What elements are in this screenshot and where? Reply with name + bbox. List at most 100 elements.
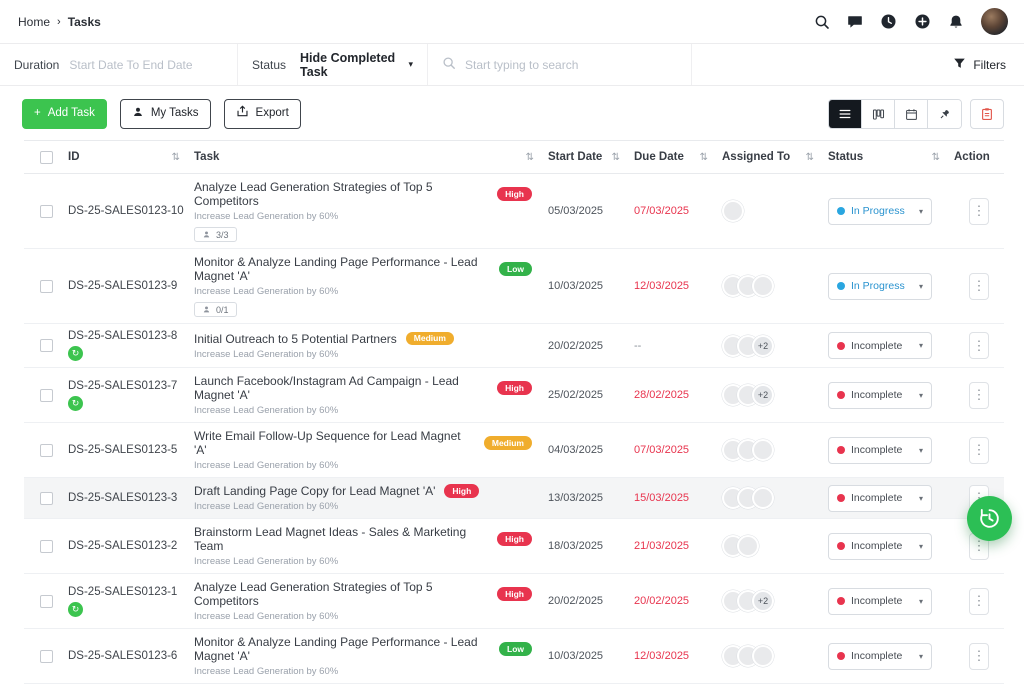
row-action-menu-button[interactable]: ⋮ — [969, 272, 989, 300]
task-goal: Increase Lead Generation by 60% — [194, 501, 339, 512]
column-label-id: ID — [68, 151, 80, 163]
assignee-avatar[interactable] — [752, 275, 774, 297]
task-id: DS-25-SALES0123-8 — [68, 330, 178, 342]
history-icon — [980, 509, 999, 528]
subtask-count-chip[interactable]: 3/3 — [194, 227, 237, 242]
task-id: DS-25-SALES0123-3 — [68, 492, 178, 504]
status-dropdown[interactable]: In Progress ▾ — [828, 197, 932, 225]
history-fab-button[interactable] — [967, 496, 1012, 541]
export-label: Export — [255, 107, 289, 120]
search-input[interactable] — [465, 57, 677, 72]
status-label: Incomplete — [851, 650, 903, 662]
task-title[interactable]: Monitor & Analyze Landing Page Performan… — [194, 635, 490, 663]
user-avatar[interactable] — [981, 8, 1008, 35]
assignee-avatar[interactable] — [722, 200, 744, 222]
row-checkbox[interactable] — [39, 594, 53, 608]
assignee-avatar[interactable] — [752, 487, 774, 509]
status-cell: In Progress ▾ — [828, 272, 954, 300]
assignee-overflow-badge[interactable]: +2 — [752, 590, 774, 612]
start-date: 18/03/2025 — [548, 540, 604, 552]
status-dropdown[interactable]: Incomplete ▾ — [828, 332, 932, 359]
duration-range-input[interactable] — [69, 57, 225, 72]
table-row: DS-25-SALES0123-5 Write Email Follow-Up … — [24, 423, 1004, 478]
select-all-checkbox[interactable] — [39, 150, 53, 164]
row-action-menu-button[interactable]: ⋮ — [969, 642, 989, 670]
row-action-menu-button[interactable]: ⋮ — [969, 197, 989, 225]
table-row: DS-25-SALES0123-9 Monitor & Analyze Land… — [24, 249, 1004, 324]
status-dropdown[interactable]: Incomplete ▾ — [828, 381, 932, 409]
task-title[interactable]: Brainstorm Lead Magnet Ideas - Sales & M… — [194, 525, 488, 553]
status-cell: Incomplete ▾ — [828, 332, 954, 359]
assignee-avatar[interactable] — [752, 439, 774, 461]
task-title[interactable]: Write Email Follow-Up Sequence for Lead … — [194, 429, 475, 457]
status-dot — [837, 341, 845, 350]
task-title[interactable]: Analyze Lead Generation Strategies of To… — [194, 180, 488, 208]
export-button[interactable]: Export — [223, 99, 301, 129]
my-tasks-button[interactable]: My Tasks — [119, 99, 211, 129]
kanban-view-icon[interactable] — [862, 100, 895, 128]
status-filter-dropdown[interactable]: Hide Completed Task ▾ — [300, 51, 413, 79]
row-checkbox[interactable] — [39, 649, 53, 663]
start-date: 20/02/2025 — [548, 595, 604, 607]
caret-down-icon: ▾ — [918, 390, 923, 400]
assignee-avatar[interactable] — [752, 645, 774, 667]
top-bar-actions — [814, 8, 1008, 35]
search-icon — [442, 56, 456, 73]
task-id: DS-25-SALES0123-5 — [68, 444, 178, 456]
row-action-menu-button[interactable]: ⋮ — [969, 587, 989, 615]
search-icon[interactable] — [814, 14, 830, 30]
sort-icon[interactable]: ⇅ — [612, 152, 620, 163]
status-dropdown[interactable]: Incomplete ▾ — [828, 642, 932, 670]
task-title[interactable]: Initial Outreach to 5 Potential Partners — [194, 332, 397, 346]
assignee-overflow-badge[interactable]: +2 — [752, 334, 774, 357]
status-cell: Incomplete ▾ — [828, 484, 954, 512]
row-checkbox[interactable] — [39, 279, 53, 293]
clipboard-view-icon[interactable] — [970, 99, 1004, 129]
add-circle-icon[interactable] — [914, 13, 931, 30]
sort-icon[interactable]: ⇅ — [526, 152, 534, 163]
row-action-menu-button[interactable]: ⋮ — [969, 436, 989, 464]
clock-icon[interactable] — [880, 13, 897, 30]
assignee-avatar[interactable] — [737, 535, 759, 557]
subtask-count-chip[interactable]: 0/1 — [194, 302, 237, 317]
status-dropdown[interactable]: Incomplete ▾ — [828, 484, 932, 512]
column-header-assigned-to: Assigned To ⇅ — [722, 151, 828, 163]
task-title[interactable]: Draft Landing Page Copy for Lead Magnet … — [194, 484, 435, 498]
priority-badge: High — [497, 381, 532, 395]
task-title[interactable]: Monitor & Analyze Landing Page Performan… — [194, 255, 490, 283]
assignee-overflow-badge[interactable]: +2 — [752, 384, 774, 406]
row-checkbox[interactable] — [39, 388, 53, 402]
row-action-menu-button[interactable]: ⋮ — [969, 381, 989, 409]
task-goal: Increase Lead Generation by 60% — [194, 611, 339, 622]
status-dropdown[interactable]: In Progress ▾ — [828, 272, 932, 300]
task-title[interactable]: Launch Facebook/Instagram Ad Campaign - … — [194, 374, 488, 402]
row-checkbox[interactable] — [39, 491, 53, 505]
funnel-icon — [953, 57, 966, 73]
sort-icon[interactable]: ⇅ — [932, 152, 940, 163]
row-checkbox[interactable] — [39, 443, 53, 457]
add-task-button[interactable]: + Add Task — [22, 99, 107, 129]
table-row: DS-25-SALES0123-2 Brainstorm Lead Magnet… — [24, 519, 1004, 574]
status-filter-value: Hide Completed Task — [300, 50, 396, 79]
breadcrumb-home[interactable]: Home — [18, 15, 50, 29]
row-action-menu-button[interactable]: ⋮ — [969, 332, 989, 359]
row-checkbox[interactable] — [39, 204, 53, 218]
task-title[interactable]: Analyze Lead Generation Strategies of To… — [194, 580, 488, 608]
pin-view-icon[interactable] — [928, 100, 961, 128]
status-dropdown[interactable]: Incomplete ▾ — [828, 436, 932, 464]
row-checkbox[interactable] — [39, 339, 53, 352]
bell-icon[interactable] — [948, 14, 964, 30]
status-dropdown[interactable]: Incomplete ▾ — [828, 532, 932, 560]
sort-icon[interactable]: ⇅ — [172, 152, 180, 163]
subtask-count: 3/3 — [216, 229, 229, 240]
sort-icon[interactable]: ⇅ — [806, 152, 814, 163]
task-id: DS-25-SALES0123-7 — [68, 379, 178, 392]
filters-button[interactable]: Filters — [935, 44, 1024, 85]
view-switcher — [828, 99, 1004, 129]
chat-icon[interactable] — [847, 14, 863, 30]
start-date: 10/03/2025 — [548, 280, 604, 292]
calendar-view-icon[interactable] — [895, 100, 928, 128]
sort-icon[interactable]: ⇅ — [700, 152, 708, 163]
status-dropdown[interactable]: Incomplete ▾ — [828, 587, 932, 615]
list-view-icon[interactable] — [829, 100, 862, 128]
